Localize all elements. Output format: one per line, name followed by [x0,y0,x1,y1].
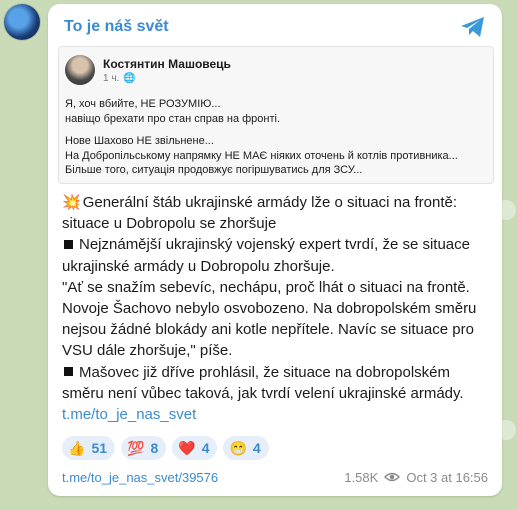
embed-author-avatar [65,55,95,85]
view-count: 1.58K [344,469,379,485]
heart-icon: ❤️ [178,439,196,456]
share-action-icon[interactable] [496,200,516,220]
message-headline: 💥 Generální štáb ukrajinské armády lže o … [62,194,458,233]
hundred-icon: 💯 [127,439,145,456]
grin-icon: 😁 [229,439,247,456]
channel-link[interactable]: t.me/to_je_nas_svet [62,406,196,423]
message-paragraph: Nejznámější ukrajinský vojenský expert t… [62,236,470,275]
reaction-grin[interactable]: 😁 4 [223,436,269,460]
fire-icon: 💥 [62,194,81,211]
message-header: To je náš svět [64,14,486,40]
channel-avatar[interactable] [4,4,40,40]
message-footer: t.me/to_je_nas_svet/39576 1.58K Oct 3 at… [62,468,488,486]
reactions-bar: 👍 51 💯 8 ❤️ 4 😁 4 [62,436,269,460]
embedded-post[interactable]: Костянтин Машовець 1 ч. 🌐 Я, хоч вбийте,… [58,46,494,184]
square-bullet-icon [64,367,73,377]
embed-text: Я, хоч вбийте, НЕ РОЗУМІЮ... навіщо брех… [65,98,458,176]
embed-author-name: Костянтин Машовець [103,57,231,71]
message-paragraph: Mašovec již dříve prohlásil, že situace … [62,363,464,424]
message-quote: "Ať se snažím sebevíc, nechápu, proč lhá… [62,278,477,360]
post-date: Oct 3 at 16:56 [406,469,488,485]
reaction-hundred[interactable]: 💯 8 [121,436,167,460]
message-meta: 1.58K Oct 3 at 16:56 [344,470,488,485]
embed-timestamp: 1 ч. 🌐 [103,73,136,84]
globe-icon: 🌐 [123,73,136,84]
telegram-icon[interactable] [460,15,486,39]
post-link[interactable]: t.me/to_je_nas_svet/39576 [62,470,218,485]
thumbs-up-icon: 👍 [68,439,86,456]
scroll-down-icon[interactable] [496,420,516,440]
reaction-heart[interactable]: ❤️ 4 [172,436,218,460]
message-bubble: To je náš svět Костянтин Машовець 1 ч. 🌐… [48,4,502,496]
eye-icon [384,472,401,482]
reaction-thumbs-up[interactable]: 👍 51 [62,436,116,460]
message-text: 💥 Generální štáb ukrajinské armády lže o … [62,192,492,425]
channel-title[interactable]: To je náš svět [64,18,169,36]
square-bullet-icon [64,239,73,249]
